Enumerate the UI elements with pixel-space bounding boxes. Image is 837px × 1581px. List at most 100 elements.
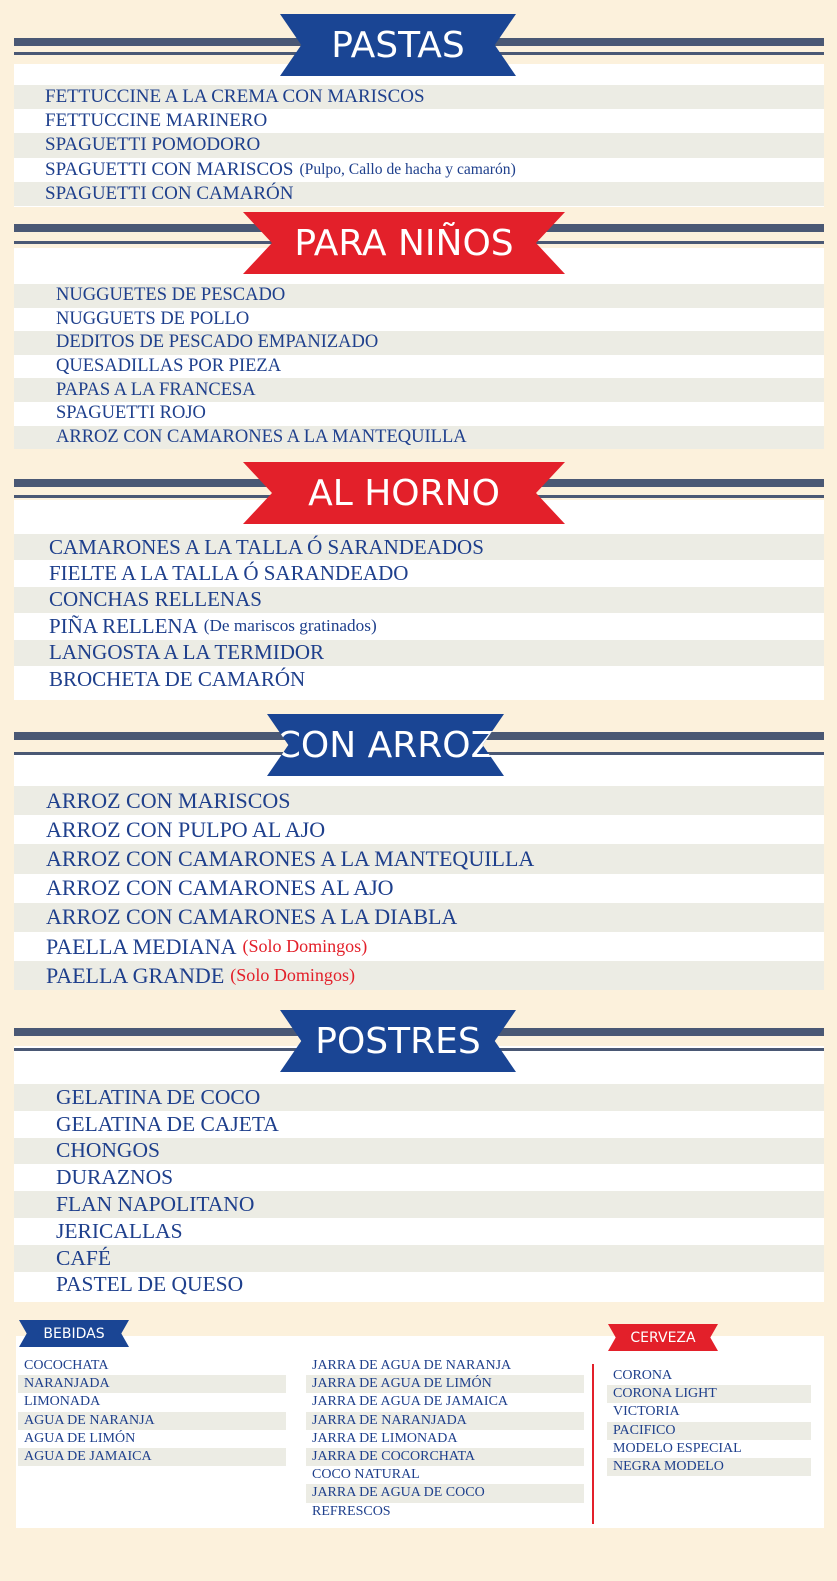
menu-item: PAELLA MEDIANA (Solo Domingos) xyxy=(14,931,824,962)
menu-item-name: NUGGUETS DE POLLO xyxy=(56,308,250,329)
section-title: PARA NIÑOS xyxy=(243,212,565,274)
drink-item: LIMONADA xyxy=(24,1394,101,1410)
menu-item-name: QUESADILLAS POR PIEZA xyxy=(56,356,282,377)
menu-item: DEDITOS DE PESCADO EMPANIZADO xyxy=(14,331,824,355)
drink-item: JARRA DE AGUA DE NARANJA xyxy=(312,1358,512,1373)
menu-item: SPAGUETTI CON CAMARÓN xyxy=(14,181,824,206)
drink-item: JARRA DE NARANJADA xyxy=(306,1411,584,1430)
drink-item: PACIFICO xyxy=(607,1421,811,1440)
drink-item: JARRA DE COCORCHATA xyxy=(306,1447,584,1467)
menu-item-name: CAFÉ xyxy=(56,1245,111,1270)
menu-item-name: SPAGUETTI POMODORO xyxy=(45,134,261,156)
menu-item-note: (De mariscos gratinados) xyxy=(203,616,377,636)
menu-item-name: JERICALLAS xyxy=(56,1218,183,1243)
menu-item: CAFÉ xyxy=(14,1244,824,1272)
menu-item: FETTUCCINE MARINERO xyxy=(14,109,824,134)
drinks-panel: BEBIDAS CERVEZA COCOCHATA NARANJADA LIMONA… xyxy=(16,1320,824,1528)
menu-item-name: FLAN NAPOLITANO xyxy=(56,1192,255,1217)
menu-item-name: FETTUCCINE MARINERO xyxy=(45,110,268,132)
menu-item: NUGGUETES DE PESCADO xyxy=(14,284,824,308)
drink-item: JARRA DE AGUA DE JAMAICA xyxy=(312,1394,509,1410)
menu-item-name: SPAGUETTI ROJO xyxy=(56,403,206,424)
menu-item: CHONGOS xyxy=(14,1137,824,1165)
drink-item: AGUA DE LIMÓN xyxy=(24,1430,136,1446)
section-pastas: PASTAS FETTUCCINE A LA CREMA CON MARISCO… xyxy=(14,14,824,207)
menu-item: PAPAS A LA FRANCESA xyxy=(14,378,824,402)
section-title: POSTRES xyxy=(280,1010,516,1072)
menu-item-name: DEDITOS DE PESCADO EMPANIZADO xyxy=(56,332,379,353)
menu-item: PIÑA RELLENA (De mariscos gratinados) xyxy=(14,613,824,640)
drink-item: AGUA DE JAMAICA xyxy=(18,1447,286,1467)
section-title: PASTAS xyxy=(280,14,516,76)
menu-item: SPAGUETTI ROJO xyxy=(14,401,824,426)
section-ninos: PARA NIÑOS NUGGUETES DE PESCADO NUGGUETS … xyxy=(14,212,824,450)
drink-item: JARRA DE LIMONADA xyxy=(312,1430,458,1446)
drink-item: REFRESCOS xyxy=(312,1503,391,1519)
drink-item: AGUA DE NARANJA xyxy=(18,1411,286,1430)
section-title: CON ARROZ xyxy=(267,714,504,776)
menu-item-note: (Solo Domingos) xyxy=(242,936,368,957)
menu-item: DURAZNOS xyxy=(14,1164,824,1192)
drink-item: NEGRA MODELO xyxy=(607,1457,811,1477)
menu-item-name: DURAZNOS xyxy=(56,1165,174,1190)
menu-item-name: SPAGUETTI CON MARISCOS xyxy=(45,158,294,180)
menu-item-name: FIELTE A LA TALLA Ó SARANDEADO xyxy=(49,561,409,586)
section-horno: AL HORNO CAMARONES A LA TALLA Ó SARANDEA… xyxy=(14,462,824,700)
menu-item-name: CAMARONES A LA TALLA Ó SARANDEADOS xyxy=(49,534,484,559)
drink-item: CORONA LIGHT xyxy=(607,1385,811,1404)
menu-item: FLAN NAPOLITANO xyxy=(14,1191,824,1218)
menu-item: BROCHETA DE CAMARÓN xyxy=(14,665,824,693)
menu-item: JERICALLAS xyxy=(14,1217,824,1245)
menu-item-name: ARROZ CON CAMARONES AL AJO xyxy=(46,875,394,901)
section-arroz: CON ARROZ ARROZ CON MARISCOS ARROZ CON PU… xyxy=(14,714,824,991)
menu-item-note: (Solo Domingos) xyxy=(230,965,355,986)
section-title: AL HORNO xyxy=(243,462,565,524)
menu-item: ARROZ CON PULPO AL AJO xyxy=(14,815,824,845)
section-postres: POSTRES GELATINA DE COCO GELATINA DE CAJE… xyxy=(14,1010,824,1302)
menu-item-name: SPAGUETTI CON CAMARÓN xyxy=(45,182,294,204)
menu-item-name: ARROZ CON CAMARONES A LA DIABLA xyxy=(46,904,458,930)
drink-item: COCO NATURAL xyxy=(312,1467,420,1483)
menu-item: SPAGUETTI POMODORO xyxy=(14,133,824,158)
bebidas-list-2: JARRA DE AGUA DE NARANJA JARRA DE AGUA DE… xyxy=(306,1357,584,1521)
bebidas-title: BEBIDAS xyxy=(19,1320,129,1347)
menu-item: LANGOSTA A LA TERMIDOR xyxy=(14,639,824,666)
menu-item: CAMARONES A LA TALLA Ó SARANDEADOS xyxy=(14,534,824,561)
menu-item-name: ARROZ CON MARISCOS xyxy=(46,787,291,813)
menu-item-name: LANGOSTA A LA TERMIDOR xyxy=(49,640,325,665)
menu-item: FIELTE A LA TALLA Ó SARANDEADO xyxy=(14,560,824,587)
menu-item: FETTUCCINE A LA CREMA CON MARISCOS xyxy=(14,85,824,110)
menu-item-name: ARROZ CON CAMARONES A LA MANTEQUILLA xyxy=(56,426,467,447)
drink-item: CORONA xyxy=(613,1368,673,1383)
menu-item: ARROZ CON CAMARONES AL AJO xyxy=(14,873,824,903)
drink-item: MODELO ESPECIAL xyxy=(613,1440,742,1456)
menu-item-name: CHONGOS xyxy=(56,1138,160,1163)
drink-item: NARANJADA xyxy=(18,1375,286,1394)
menu-item: QUESADILLAS POR PIEZA xyxy=(14,354,824,379)
cerveza-list: CORONA CORONA LIGHT VICTORIA PACIFICO MODELO… xyxy=(607,1367,811,1477)
menu-item-name: PASTEL DE QUESO xyxy=(56,1272,244,1297)
menu-item: ARROZ CON MARISCOS xyxy=(14,786,824,816)
menu-item-name: GELATINA DE COCO xyxy=(56,1084,261,1109)
menu-item-name: PIÑA RELLENA xyxy=(49,613,198,638)
menu-item: CONCHAS RELLENAS xyxy=(14,586,824,614)
divider xyxy=(592,1364,594,1524)
menu-item: SPAGUETTI CON MARISCOS (Pulpo, Callo de h… xyxy=(14,157,824,182)
cerveza-title: CERVEZA xyxy=(608,1324,718,1351)
menu-item: ARROZ CON CAMARONES A LA MANTEQUILLA xyxy=(14,844,824,874)
menu-item: GELATINA DE COCO xyxy=(14,1084,824,1111)
menu-item-name: GELATINA DE CAJETA xyxy=(56,1111,279,1136)
drink-item: VICTORIA xyxy=(613,1404,680,1420)
menu-item: PASTEL DE QUESO xyxy=(14,1271,824,1299)
menu-item-name: ARROZ CON CAMARONES A LA MANTEQUILLA xyxy=(46,845,535,871)
menu-item: PAELLA GRANDE (Solo Domingos) xyxy=(14,961,824,991)
menu-item: ARROZ CON CAMARONES A LA DIABLA xyxy=(14,902,824,932)
drink-item: JARRA DE AGUA DE LIMÓN xyxy=(306,1375,584,1394)
menu-item: GELATINA DE CAJETA xyxy=(14,1110,824,1138)
drink-item: COCOCHATA xyxy=(24,1358,109,1373)
menu-item-name: FETTUCCINE A LA CREMA CON MARISCOS xyxy=(45,86,425,108)
menu-item-name: NUGGUETES DE PESCADO xyxy=(56,285,286,306)
menu-item-name: PAPAS A LA FRANCESA xyxy=(56,379,256,400)
menu-item-name: PAELLA GRANDE xyxy=(46,962,225,988)
menu-item-name: CONCHAS RELLENAS xyxy=(49,587,262,612)
